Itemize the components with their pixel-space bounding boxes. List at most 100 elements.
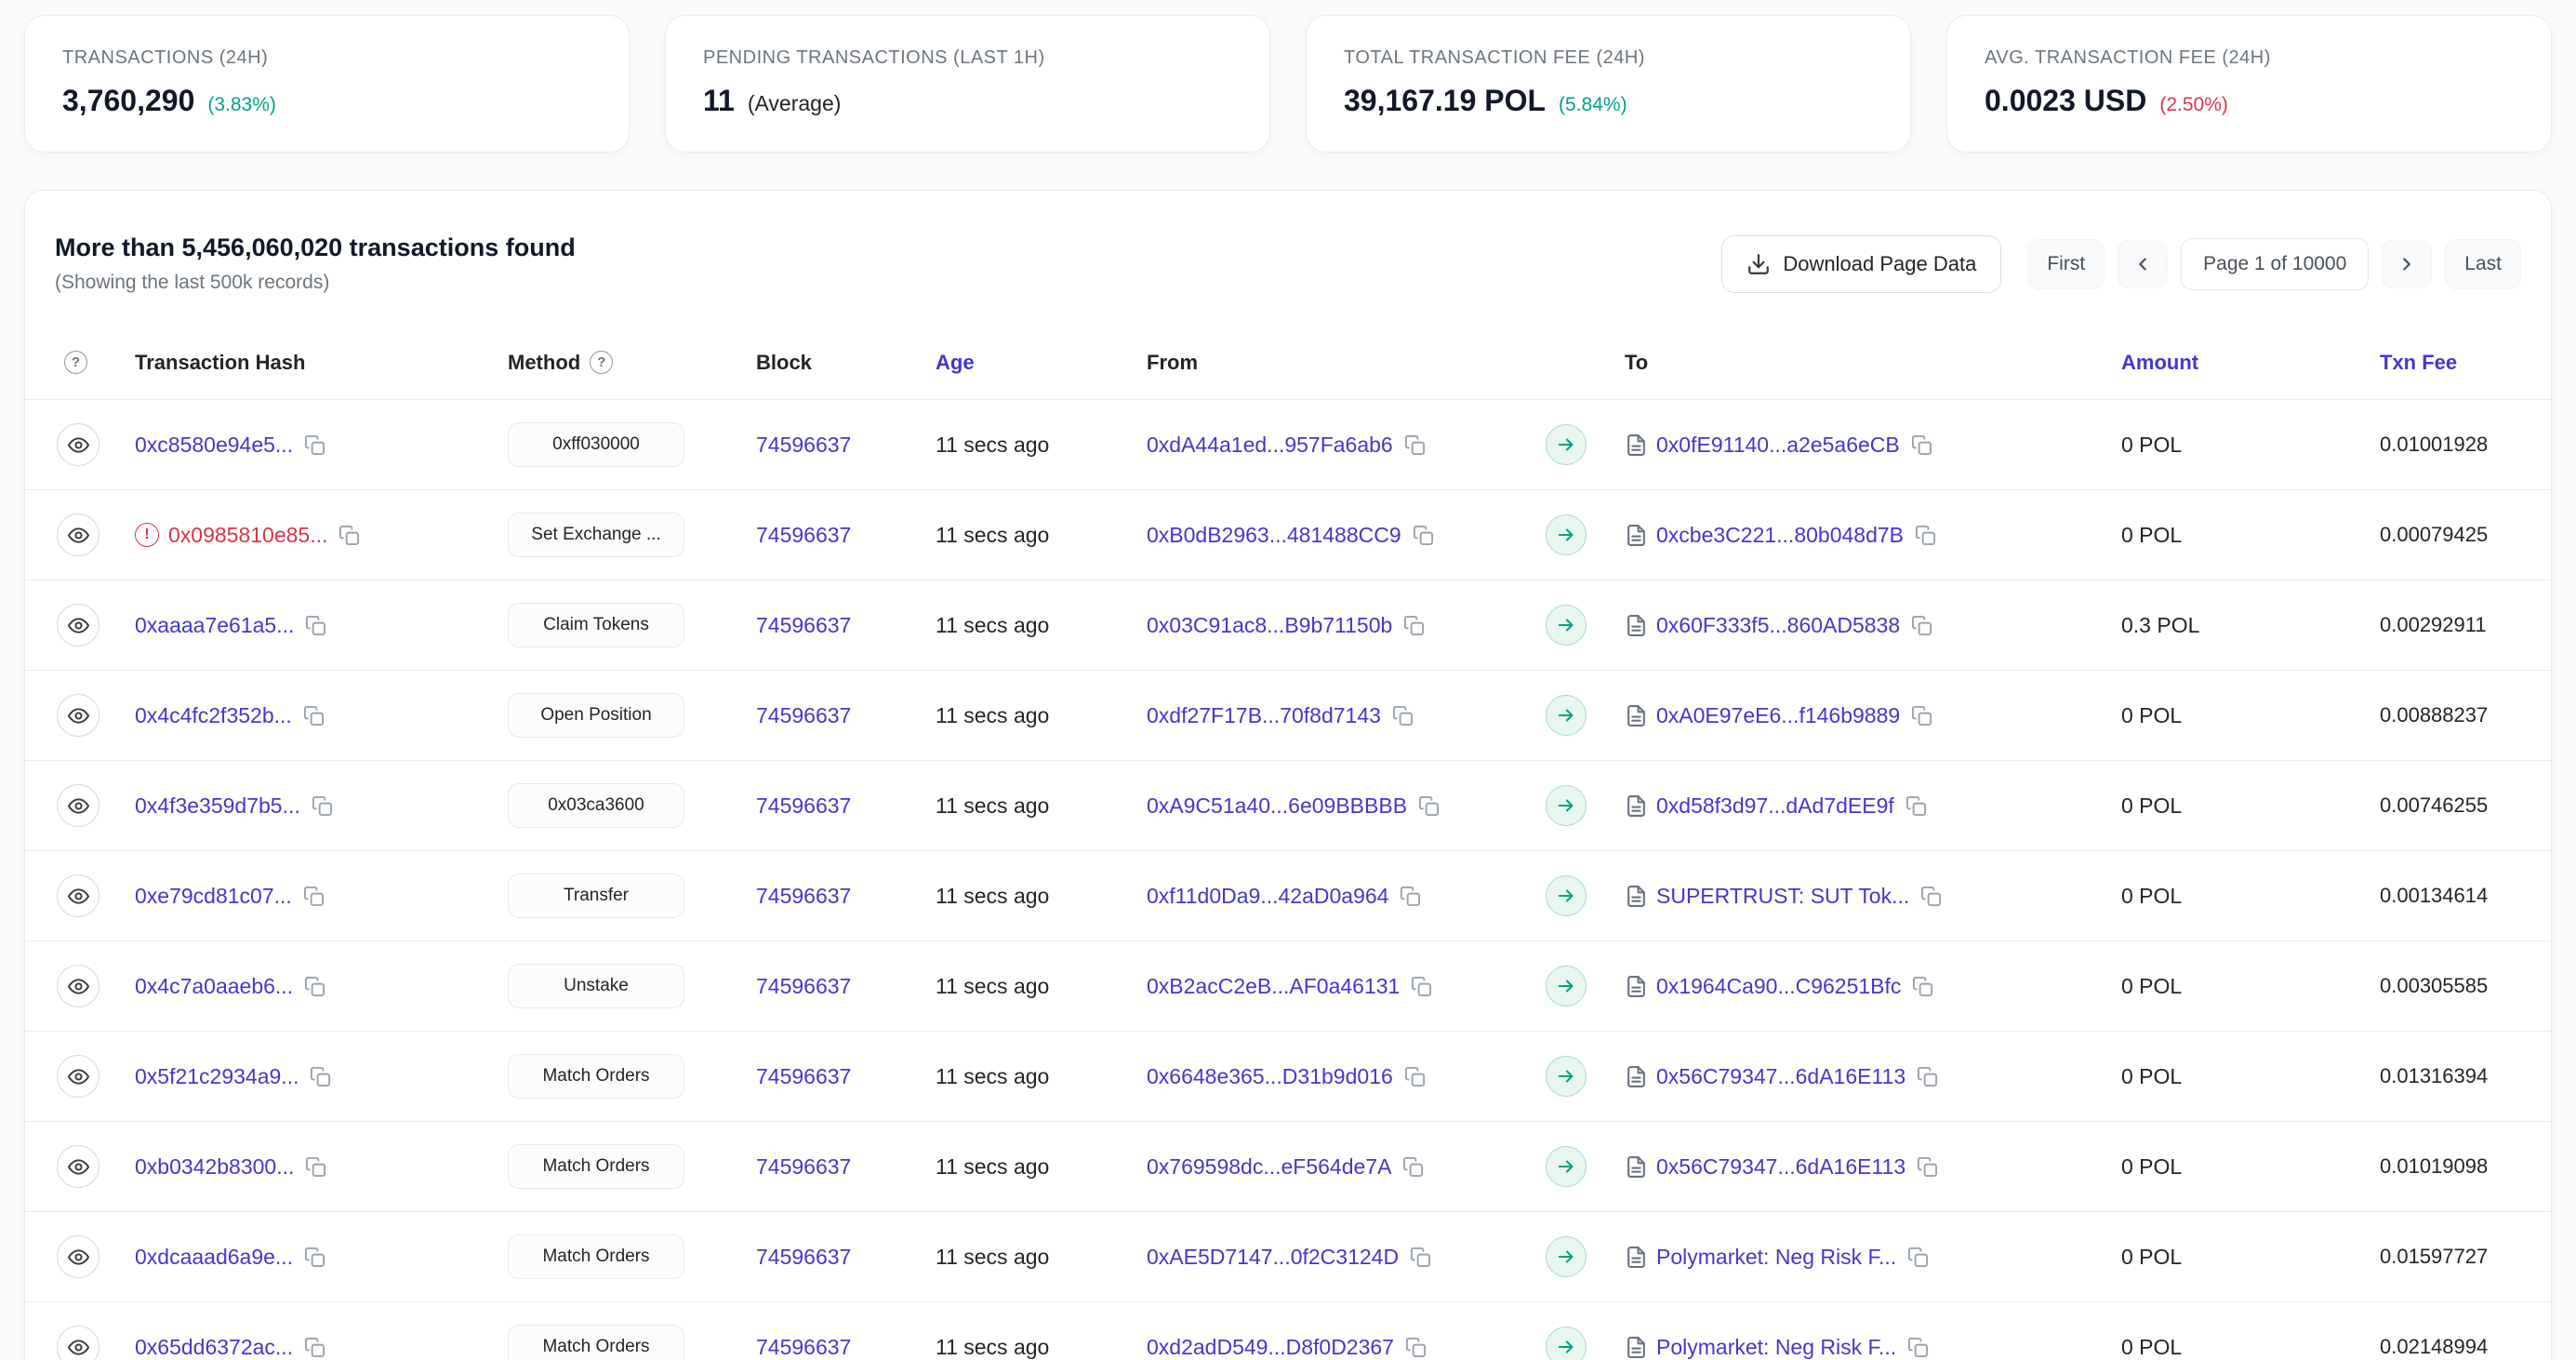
first-page-button[interactable]: First — [2027, 239, 2105, 289]
from-address-link[interactable]: 0x03C91ac8...B9b71150b — [1147, 613, 1392, 638]
to-address-link[interactable]: 0x60F333f5...860AD5838 — [1656, 613, 1900, 638]
from-address-link[interactable]: 0xAE5D7147...0f2C3124D — [1147, 1245, 1399, 1270]
method-badge: Open Position — [508, 693, 684, 738]
copy-to-address-icon[interactable] — [1920, 886, 1942, 907]
copy-hash-icon[interactable] — [304, 1247, 325, 1268]
block-link[interactable]: 74596637 — [756, 1335, 851, 1360]
preview-eye-button[interactable] — [57, 784, 100, 827]
from-address-link[interactable]: 0xdf27F17B...70f8d7143 — [1147, 703, 1381, 728]
copy-from-address-icon[interactable] — [1418, 795, 1440, 817]
copy-to-address-icon[interactable] — [1905, 795, 1927, 817]
preview-eye-button[interactable] — [57, 1145, 100, 1188]
download-page-data-button[interactable]: Download Page Data — [1721, 235, 2001, 293]
copy-from-address-icon[interactable] — [1410, 1247, 1431, 1268]
from-address-link[interactable]: 0xf11d0Da9...42aD0a964 — [1147, 884, 1388, 909]
copy-to-address-icon[interactable] — [1917, 1066, 1938, 1087]
to-address-link[interactable]: 0x0fE91140...a2e5a6eCB — [1656, 433, 1900, 458]
tx-hash-link[interactable]: 0x0985810e85... — [168, 523, 327, 548]
block-link[interactable]: 74596637 — [756, 884, 851, 909]
to-address-link[interactable]: 0xd58f3d97...dAd7dEE9f — [1656, 793, 1894, 819]
to-address-link[interactable]: 0xA0E97eE6...f146b9889 — [1656, 703, 1900, 728]
last-page-button[interactable]: Last — [2445, 239, 2521, 289]
copy-hash-icon[interactable] — [304, 976, 325, 997]
from-address-link[interactable]: 0xdA44a1ed...957Fa6ab6 — [1147, 433, 1393, 458]
copy-hash-icon[interactable] — [304, 1337, 325, 1358]
next-page-button[interactable] — [2382, 240, 2432, 288]
block-link[interactable]: 74596637 — [756, 523, 851, 548]
copy-hash-icon[interactable] — [303, 886, 325, 907]
copy-hash-icon[interactable] — [303, 705, 325, 727]
to-address-link[interactable]: 0x56C79347...6dA16E113 — [1656, 1154, 1905, 1180]
tx-hash-link[interactable]: 0x4c4fc2f352b... — [135, 703, 292, 728]
block-link[interactable]: 74596637 — [756, 1245, 851, 1270]
copy-hash-icon[interactable] — [312, 795, 333, 817]
previous-page-button[interactable] — [2118, 240, 2168, 288]
preview-eye-button[interactable] — [57, 423, 100, 466]
copy-to-address-icon[interactable] — [1911, 434, 1932, 456]
copy-from-address-icon[interactable] — [1400, 886, 1421, 907]
copy-to-address-icon[interactable] — [1912, 976, 1933, 997]
preview-eye-button[interactable] — [57, 604, 100, 647]
block-link[interactable]: 74596637 — [756, 974, 851, 999]
tx-hash-link[interactable]: 0xc8580e94e5... — [135, 433, 293, 458]
block-link[interactable]: 74596637 — [756, 433, 851, 458]
column-header-age[interactable]: Age — [936, 351, 975, 375]
copy-hash-icon[interactable] — [339, 525, 360, 546]
block-link[interactable]: 74596637 — [756, 1064, 851, 1089]
copy-to-address-icon[interactable] — [1915, 525, 1936, 546]
method-help-icon[interactable]: ? — [590, 351, 613, 374]
from-address-link[interactable]: 0xB0dB2963...481488CC9 — [1147, 523, 1401, 548]
copy-from-address-icon[interactable] — [1404, 434, 1426, 456]
to-address-link[interactable]: Polymarket: Neg Risk F... — [1656, 1245, 1896, 1270]
column-header-amount[interactable]: Amount — [2121, 351, 2198, 375]
column-header-txn-fee[interactable]: Txn Fee — [2380, 351, 2457, 375]
preview-eye-button[interactable] — [57, 874, 100, 917]
tx-hash-link[interactable]: 0x4f3e359d7b5... — [135, 793, 300, 819]
tx-hash-link[interactable]: 0xe79cd81c07... — [135, 884, 292, 909]
help-icon[interactable]: ? — [64, 351, 87, 374]
from-address-link[interactable]: 0x6648e365...D31b9d016 — [1147, 1064, 1393, 1089]
block-link[interactable]: 74596637 — [756, 1154, 851, 1180]
preview-eye-button[interactable] — [57, 694, 100, 737]
tx-hash-link[interactable]: 0xb0342b8300... — [135, 1154, 294, 1180]
tx-hash-link[interactable]: 0x65dd6372ac... — [135, 1335, 293, 1360]
to-address-link[interactable]: Polymarket: Neg Risk F... — [1656, 1335, 1896, 1360]
copy-from-address-icon[interactable] — [1404, 1066, 1426, 1087]
copy-from-address-icon[interactable] — [1411, 976, 1432, 997]
copy-from-address-icon[interactable] — [1413, 525, 1434, 546]
block-link[interactable]: 74596637 — [756, 703, 851, 728]
block-link[interactable]: 74596637 — [756, 793, 851, 819]
tx-hash-link[interactable]: 0xaaaa7e61a5... — [135, 613, 294, 638]
block-link[interactable]: 74596637 — [756, 613, 851, 638]
to-address-link[interactable]: 0xcbe3C221...80b048d7B — [1656, 523, 1904, 548]
copy-from-address-icon[interactable] — [1403, 615, 1425, 636]
copy-to-address-icon[interactable] — [1917, 1156, 1938, 1178]
copy-to-address-icon[interactable] — [1907, 1247, 1929, 1268]
to-address-link[interactable]: 0x1964Ca90...C96251Bfc — [1656, 974, 1901, 999]
copy-hash-icon[interactable] — [304, 434, 325, 456]
from-address-link[interactable]: 0xd2adD549...D8f0D2367 — [1147, 1335, 1394, 1360]
preview-eye-button[interactable] — [57, 1055, 100, 1098]
copy-hash-icon[interactable] — [305, 615, 326, 636]
copy-hash-icon[interactable] — [310, 1066, 331, 1087]
arrow-right-icon — [1546, 1146, 1587, 1187]
tx-hash-link[interactable]: 0xdcaaad6a9e... — [135, 1245, 293, 1270]
preview-eye-button[interactable] — [57, 1326, 100, 1360]
copy-from-address-icon[interactable] — [1402, 1156, 1424, 1178]
tx-hash-link[interactable]: 0x4c7a0aaeb6... — [135, 974, 293, 999]
to-address-link[interactable]: SUPERTRUST: SUT Tok... — [1656, 884, 1909, 909]
tx-hash-link[interactable]: 0x5f21c2934a9... — [135, 1064, 299, 1089]
from-address-link[interactable]: 0xB2acC2eB...AF0a46131 — [1147, 974, 1400, 999]
copy-hash-icon[interactable] — [305, 1156, 326, 1178]
copy-to-address-icon[interactable] — [1911, 615, 1932, 636]
preview-eye-button[interactable] — [57, 513, 100, 556]
copy-to-address-icon[interactable] — [1907, 1337, 1929, 1358]
copy-from-address-icon[interactable] — [1405, 1337, 1427, 1358]
copy-to-address-icon[interactable] — [1911, 705, 1932, 727]
copy-from-address-icon[interactable] — [1392, 705, 1414, 727]
preview-eye-button[interactable] — [57, 1235, 100, 1278]
preview-eye-button[interactable] — [57, 965, 100, 1007]
to-address-link[interactable]: 0x56C79347...6dA16E113 — [1656, 1064, 1905, 1089]
from-address-link[interactable]: 0xA9C51a40...6e09BBBBB — [1147, 793, 1407, 819]
from-address-link[interactable]: 0x769598dc...eF564de7A — [1147, 1154, 1391, 1180]
